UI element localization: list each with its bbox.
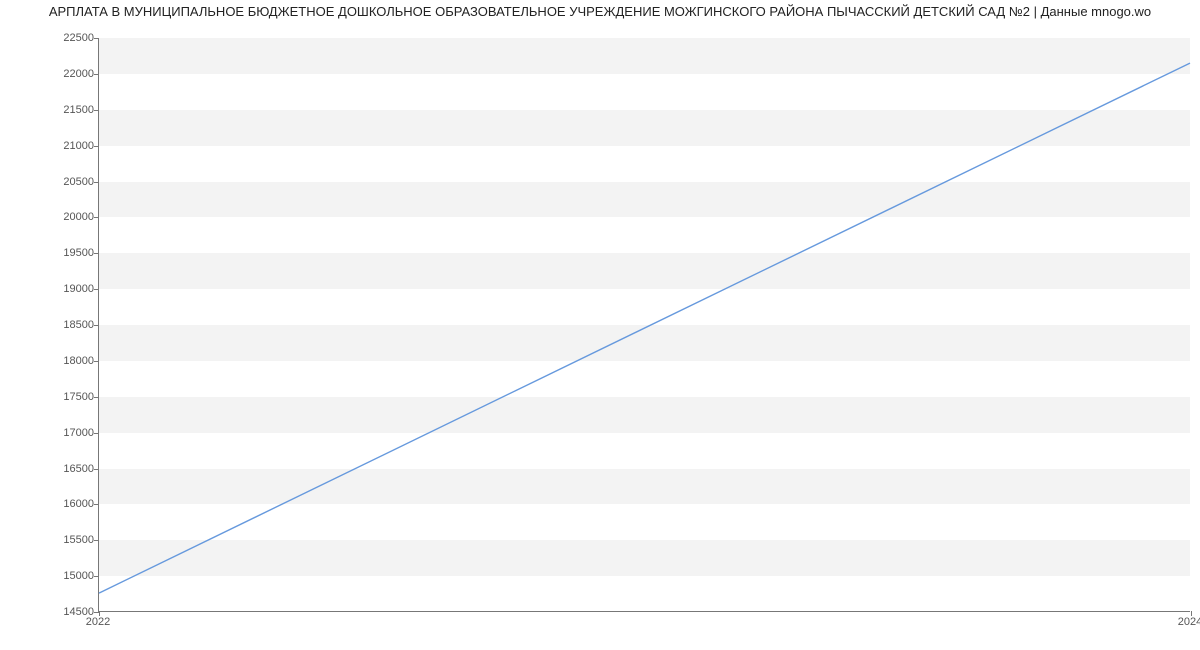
line-series: [99, 38, 1190, 611]
y-axis-tick-label: 20000: [44, 211, 94, 223]
x-axis-tick-label: 2024: [1178, 616, 1200, 628]
y-axis-tick-label: 19000: [44, 283, 94, 295]
y-axis-tick-mark: [94, 289, 99, 290]
y-axis-tick-label: 21500: [44, 104, 94, 116]
y-axis-tick-label: 22000: [44, 68, 94, 80]
y-axis-tick-label: 18000: [44, 355, 94, 367]
y-axis-tick-label: 17000: [44, 427, 94, 439]
y-axis-tick-label: 16000: [44, 498, 94, 510]
y-axis-tick-mark: [94, 540, 99, 541]
y-axis-tick-label: 22500: [44, 32, 94, 44]
y-axis-tick-mark: [94, 217, 99, 218]
x-axis-tick-label: 2022: [86, 616, 110, 628]
y-axis-tick-label: 15500: [44, 534, 94, 546]
y-axis-tick-mark: [94, 325, 99, 326]
y-axis-tick-label: 16500: [44, 463, 94, 475]
y-axis-tick-mark: [94, 433, 99, 434]
y-axis-tick-mark: [94, 397, 99, 398]
y-axis-tick-mark: [94, 253, 99, 254]
y-axis-tick-label: 18500: [44, 319, 94, 331]
plot-area: [98, 38, 1190, 612]
y-axis-tick-mark: [94, 146, 99, 147]
y-axis-tick-label: 21000: [44, 140, 94, 152]
y-axis-tick-mark: [94, 110, 99, 111]
y-axis-tick-mark: [94, 504, 99, 505]
y-axis-tick-label: 15000: [44, 570, 94, 582]
chart-title: АРПЛАТА В МУНИЦИПАЛЬНОЕ БЮДЖЕТНОЕ ДОШКОЛ…: [0, 4, 1200, 19]
y-axis-tick-mark: [94, 576, 99, 577]
y-axis-tick-mark: [94, 361, 99, 362]
y-axis-tick-mark: [94, 74, 99, 75]
data-line: [99, 63, 1190, 593]
y-axis-tick-label: 17500: [44, 391, 94, 403]
y-axis-tick-label: 19500: [44, 247, 94, 259]
y-axis-tick-mark: [94, 38, 99, 39]
y-axis-tick-mark: [94, 469, 99, 470]
y-axis-tick-label: 20500: [44, 176, 94, 188]
chart-container: АРПЛАТА В МУНИЦИПАЛЬНОЕ БЮДЖЕТНОЕ ДОШКОЛ…: [0, 0, 1200, 650]
y-axis-tick-mark: [94, 182, 99, 183]
